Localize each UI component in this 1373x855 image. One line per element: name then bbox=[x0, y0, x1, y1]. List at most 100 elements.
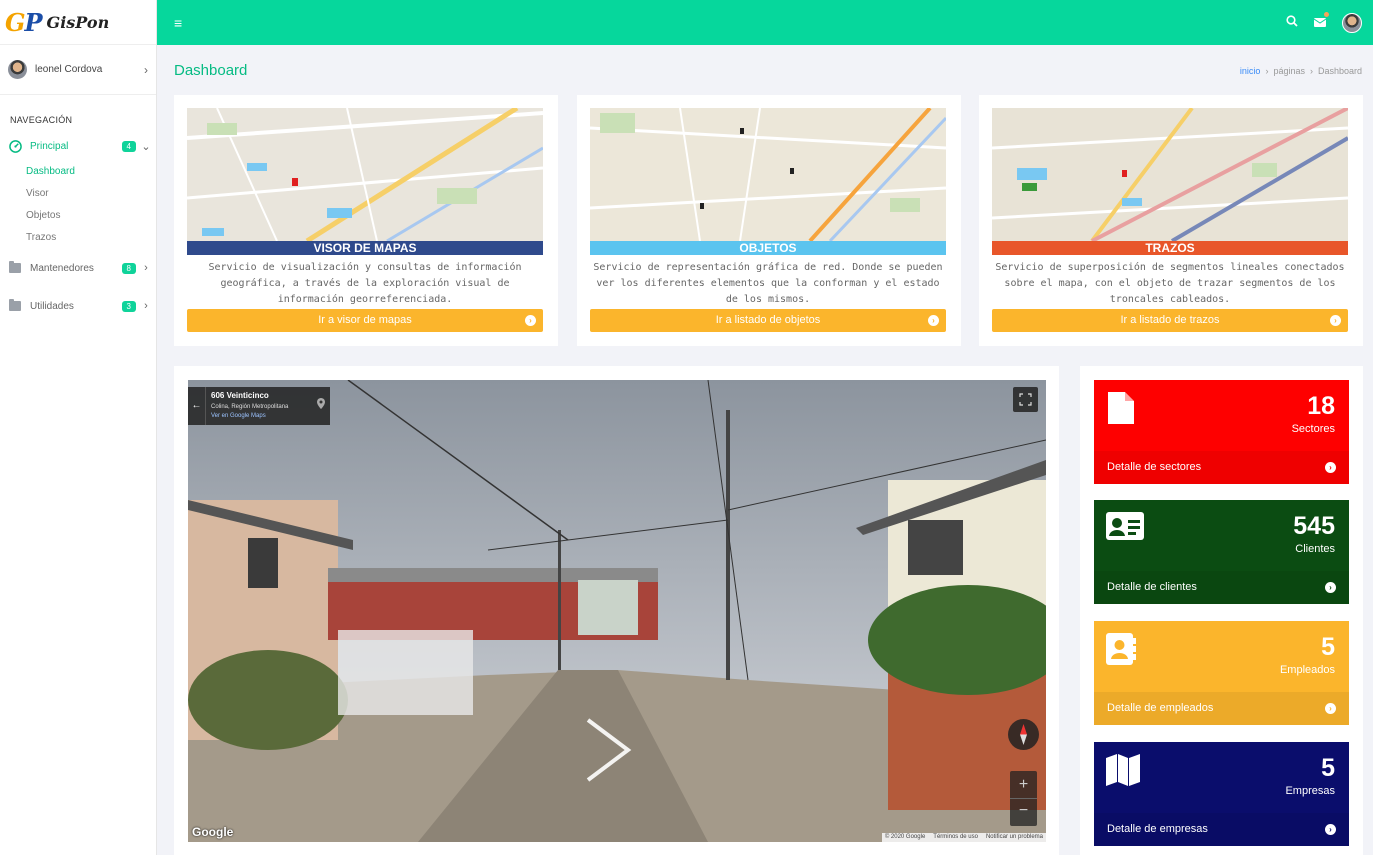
report-problem-link[interactable]: Notificar un problema bbox=[986, 833, 1043, 842]
sidebar-item-principal[interactable]: Principal 4 ⌄ bbox=[0, 135, 156, 157]
chevron-right-icon: › bbox=[144, 300, 148, 312]
detail-sectores-link[interactable]: Detalle de sectores › bbox=[1094, 451, 1349, 484]
sidebar-item-label: Mantenedores bbox=[30, 262, 94, 274]
detail-empresas-link[interactable]: Detalle de empresas › bbox=[1094, 813, 1349, 846]
menu-toggle-icon[interactable]: ≡ bbox=[174, 15, 182, 31]
arrow-circle-right-icon: › bbox=[525, 315, 536, 326]
stat-number: 18 bbox=[1307, 392, 1335, 420]
file-icon bbox=[1108, 392, 1134, 424]
stat-number: 5 bbox=[1321, 754, 1335, 782]
breadcrumb-current: Dashboard bbox=[1317, 66, 1362, 76]
copyright-text: © 2020 Google bbox=[884, 834, 926, 840]
map-thumbnail bbox=[187, 108, 543, 241]
notification-dot bbox=[1324, 11, 1329, 17]
arrow-circle-right-icon: › bbox=[928, 315, 939, 326]
sidebar: GP GisPon leonel Cordova › NAVEGACIÓN Pr… bbox=[0, 0, 157, 855]
stat-empresas: 5 Empresas Detalle de empresas › bbox=[1094, 742, 1349, 846]
breadcrumb: inicio › páginas › Dashboard bbox=[1239, 66, 1362, 76]
sidebar-item-dashboard[interactable]: Dashboard bbox=[0, 161, 156, 183]
chevron-right-icon: › bbox=[144, 262, 148, 274]
nav-title: NAVEGACIÓN bbox=[10, 115, 73, 125]
stats-panel: 18 Sectores Detalle de sectores › 545 Cli… bbox=[1080, 366, 1363, 855]
search-icon[interactable] bbox=[1286, 15, 1298, 30]
card-description: Servicio de visualización y consultas de… bbox=[208, 262, 522, 305]
logo[interactable]: GP GisPon bbox=[0, 0, 156, 45]
user-profile[interactable]: leonel Cordova › bbox=[0, 45, 156, 95]
streetview-frame[interactable]: ← 606 Veinticinco Colina, Región Metropo… bbox=[188, 380, 1046, 842]
chevron-down-icon: ⌄ bbox=[141, 140, 151, 153]
arrow-circle-right-icon: › bbox=[1325, 582, 1336, 593]
profile-avatar[interactable] bbox=[1342, 12, 1362, 33]
folder-icon bbox=[8, 299, 22, 313]
user-avatar bbox=[8, 60, 27, 79]
brand-name: GisPon bbox=[46, 12, 110, 32]
map-thumbnail bbox=[590, 108, 946, 241]
streetview-address: 606 Veinticinco bbox=[211, 391, 269, 400]
card-objetos: OBJETOS Servicio de representación gráfi… bbox=[577, 95, 961, 346]
map-thumbnail bbox=[992, 108, 1348, 241]
logo-mark: GP bbox=[5, 7, 43, 37]
stat-label: Clientes bbox=[1295, 543, 1335, 555]
sidebar-item-mantenedores[interactable]: Mantenedores 8 › bbox=[0, 257, 156, 279]
stat-label: Empresas bbox=[1285, 785, 1335, 797]
google-logo: Google bbox=[192, 825, 234, 839]
count-badge: 8 bbox=[121, 262, 136, 274]
stat-label: Empleados bbox=[1279, 664, 1335, 676]
stat-number: 5 bbox=[1321, 633, 1335, 661]
arrow-circle-right-icon: › bbox=[1330, 315, 1341, 326]
address-book-icon bbox=[1106, 633, 1136, 665]
go-trazos-button[interactable]: Ir a listado de trazos › bbox=[992, 309, 1348, 332]
sidebar-item-objetos[interactable]: Objetos bbox=[0, 205, 156, 227]
streetview-panel: ← 606 Veinticinco Colina, Región Metropo… bbox=[174, 366, 1059, 855]
streetview-region: Colina, Región Metropolitana bbox=[211, 404, 289, 410]
card-trazos: TRAZOS Servicio de superposición de segm… bbox=[979, 95, 1363, 346]
breadcrumb-home[interactable]: inicio bbox=[1240, 66, 1261, 76]
back-arrow-icon[interactable]: ← bbox=[188, 387, 206, 425]
stat-label: Sectores bbox=[1291, 423, 1335, 435]
sidebar-item-utilidades[interactable]: Utilidades 3 › bbox=[0, 295, 156, 317]
sidebar-item-label: Utilidades bbox=[30, 300, 74, 312]
view-in-google-maps-link[interactable]: Ver en Google Maps bbox=[211, 413, 266, 419]
zoom-control: + − bbox=[1010, 771, 1037, 826]
stat-empleados: 5 Empleados Detalle de empleados › bbox=[1094, 621, 1349, 725]
terms-link[interactable]: Términos de uso bbox=[933, 833, 978, 842]
topbar: ≡ bbox=[157, 0, 1373, 45]
detail-empleados-link[interactable]: Detalle de empleados › bbox=[1094, 692, 1349, 725]
detail-clientes-link[interactable]: Detalle de clientes › bbox=[1094, 571, 1349, 604]
card-description: Servicio de representación gráfica de re… bbox=[593, 262, 943, 305]
folder-icon bbox=[8, 261, 22, 275]
fullscreen-icon[interactable] bbox=[1013, 387, 1038, 412]
map-pin-icon bbox=[317, 398, 325, 409]
card-description: Servicio de superposición de segmentos l… bbox=[995, 262, 1345, 305]
envelope-icon[interactable] bbox=[1313, 11, 1329, 30]
user-name: leonel Cordova bbox=[35, 64, 103, 75]
dashboard-gauge-icon bbox=[8, 139, 22, 153]
card-title: VISOR DE MAPAS bbox=[187, 241, 543, 255]
go-visor-button[interactable]: Ir a visor de mapas › bbox=[187, 309, 543, 332]
count-badge: 3 bbox=[121, 300, 136, 312]
page-title: Dashboard bbox=[174, 62, 248, 79]
arrow-circle-right-icon: › bbox=[1325, 462, 1336, 473]
count-badge: 4 bbox=[121, 140, 136, 152]
arrow-circle-right-icon: › bbox=[1325, 824, 1336, 835]
card-visor: VISOR DE MAPAS Servicio de visualización… bbox=[174, 95, 558, 346]
go-objetos-button[interactable]: Ir a listado de objetos › bbox=[590, 309, 946, 332]
zoom-in-icon[interactable]: + bbox=[1010, 771, 1037, 798]
stat-number: 545 bbox=[1293, 512, 1335, 540]
compass-icon[interactable] bbox=[1008, 719, 1039, 750]
map-icon bbox=[1106, 754, 1140, 786]
stat-clientes: 545 Clientes Detalle de clientes › bbox=[1094, 500, 1349, 604]
zoom-out-icon[interactable]: − bbox=[1010, 798, 1037, 825]
arrow-circle-right-icon: › bbox=[1325, 703, 1336, 714]
id-card-icon bbox=[1106, 512, 1144, 540]
breadcrumb-middle: páginas bbox=[1273, 66, 1305, 76]
sidebar-item-trazos[interactable]: Trazos bbox=[0, 227, 156, 249]
streetview-address-card: ← 606 Veinticinco Colina, Región Metropo… bbox=[188, 387, 330, 425]
chevron-right-icon: › bbox=[144, 62, 148, 77]
stat-sectores: 18 Sectores Detalle de sectores › bbox=[1094, 380, 1349, 484]
card-title: TRAZOS bbox=[992, 241, 1348, 255]
sidebar-item-visor[interactable]: Visor bbox=[0, 183, 156, 205]
sidebar-item-label: Principal bbox=[30, 140, 69, 152]
card-title: OBJETOS bbox=[590, 241, 946, 255]
streetview-footer: © 2020 Google Términos de uso Notificar … bbox=[881, 833, 1046, 842]
